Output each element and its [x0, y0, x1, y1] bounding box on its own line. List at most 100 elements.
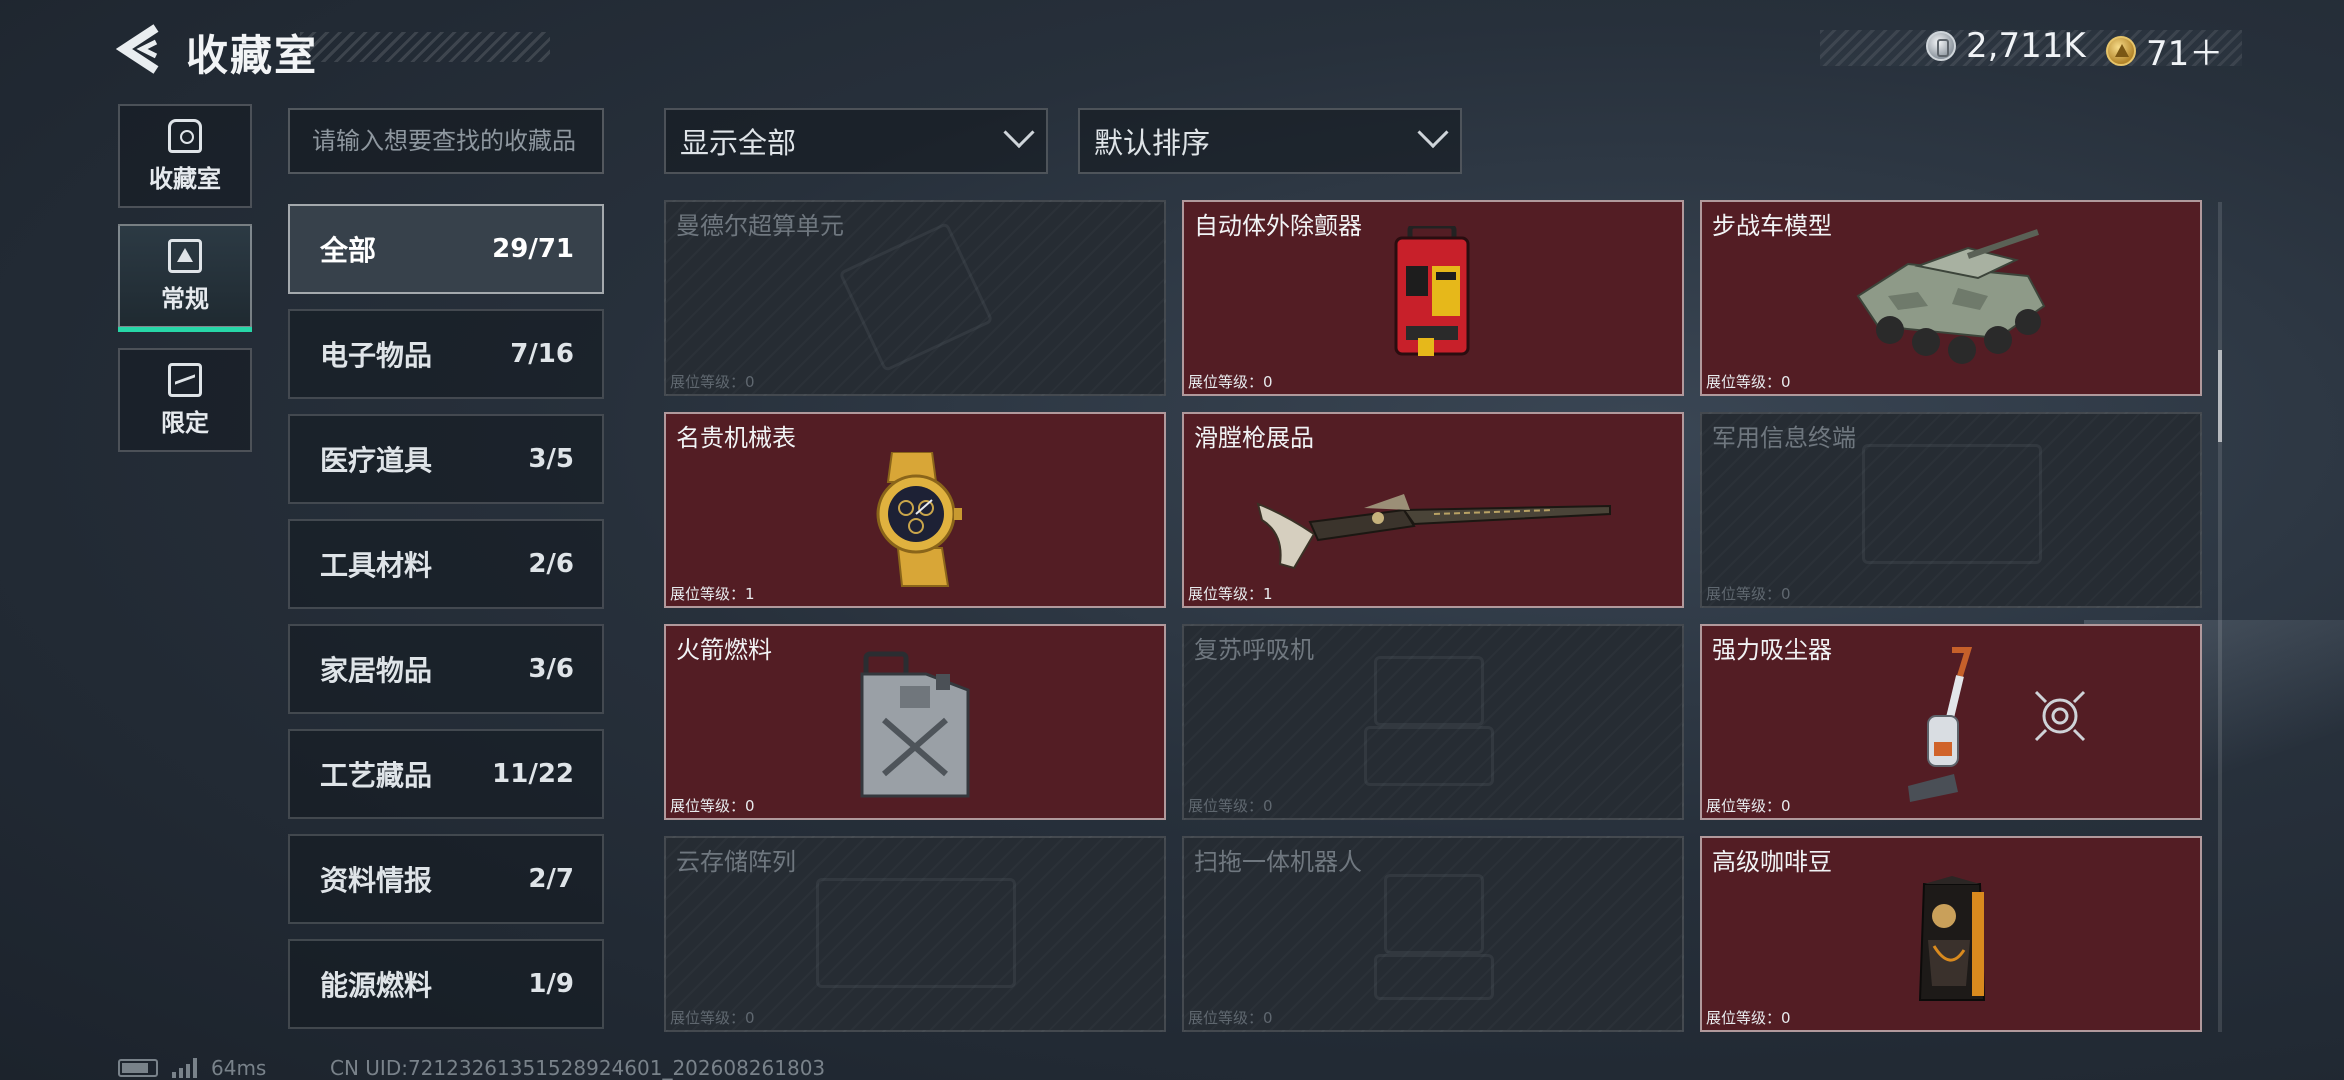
luxury-watch-image	[876, 452, 962, 587]
item-name: 军用信息终端	[1712, 424, 1856, 452]
gold-coin-icon	[2106, 35, 2136, 66]
military-terminal-silhouette	[1862, 444, 2042, 564]
nav-tab-collection-room[interactable]: 收藏室	[118, 104, 252, 208]
item-grid: 曼德尔超算单元 展位等级：0 自动体外除颤器 展位等级：0 步战车模型 展位等级…	[664, 200, 2204, 1034]
item-name: 曼德尔超算单元	[676, 212, 844, 240]
vacuum-cleaner-image	[1908, 647, 1973, 802]
item-level: 展位等级：0	[1706, 585, 1791, 603]
sort-dropdown[interactable]: 默认排序	[1078, 108, 1462, 174]
category-label: 家居物品	[320, 654, 433, 687]
item-level: 展位等级：0	[1188, 1009, 1273, 1027]
category-label: 医疗道具	[320, 444, 433, 477]
cloud-storage-silhouette	[816, 878, 1016, 988]
ifv-model-image	[1856, 229, 2046, 364]
category-fuel[interactable]: 能源燃料 1/9	[288, 939, 604, 1029]
display-filter-value: 显示全部	[680, 126, 797, 160]
item-name: 高级咖啡豆	[1712, 848, 1832, 876]
grid-scrollbar[interactable]	[2218, 202, 2222, 1032]
category-intel[interactable]: 资料情报 2/7	[288, 834, 604, 924]
item-name: 火箭燃料	[676, 636, 772, 664]
search-input[interactable]	[288, 108, 604, 174]
status-bar: 64ms	[118, 1056, 266, 1080]
item-name: 强力吸尘器	[1712, 636, 1832, 664]
item-card-ventilator[interactable]: 复苏呼吸机 展位等级：0	[1182, 624, 1684, 820]
coffee-beans-image	[1918, 876, 1986, 1001]
item-name: 名贵机械表	[676, 424, 796, 452]
battery-icon	[118, 1059, 158, 1077]
ping-value: 64ms	[211, 1056, 267, 1080]
item-card-musket[interactable]: 滑膛枪展品 展位等级：1	[1182, 412, 1684, 608]
mop-robot-silhouette-top	[1384, 874, 1484, 954]
category-label: 能源燃料	[320, 969, 433, 1002]
item-card-mandel-unit[interactable]: 曼德尔超算单元 展位等级：0	[664, 200, 1166, 396]
musket-image	[1256, 494, 1611, 570]
category-count: 3/6	[528, 654, 574, 684]
category-crafts[interactable]: 工艺藏品 11/22	[288, 729, 604, 819]
item-name: 自动体外除颤器	[1194, 212, 1362, 240]
chevron-down-icon	[1417, 116, 1449, 149]
category-label: 工艺藏品	[320, 759, 433, 792]
item-card-cloud-storage[interactable]: 云存储阵列 展位等级：0	[664, 836, 1166, 1032]
item-level: 展位等级：1	[670, 585, 755, 603]
page-title: 收藏室	[186, 31, 319, 80]
ventilator-silhouette-base	[1364, 726, 1494, 786]
title-decoration	[300, 32, 550, 62]
back-button[interactable]	[115, 24, 162, 74]
silver-amount: 2,711K	[1966, 26, 2086, 66]
category-medical[interactable]: 医疗道具 3/5	[288, 414, 604, 504]
item-name: 步战车模型	[1712, 212, 1832, 240]
silver-currency[interactable]: 2,711K	[1926, 26, 2086, 66]
signal-icon	[172, 1058, 197, 1078]
category-label: 资料情报	[320, 864, 433, 897]
nav-tab-normal[interactable]: 常规	[118, 224, 252, 332]
sort-value: 默认排序	[1094, 126, 1211, 160]
category-count: 2/7	[528, 864, 574, 894]
gold-amount: 71＋	[2146, 34, 2224, 74]
gold-currency[interactable]: 71＋	[2106, 26, 2223, 75]
nav-tab-limited[interactable]: 限定	[118, 348, 252, 452]
item-name: 滑膛枪展品	[1194, 424, 1314, 452]
item-card-ifv-model[interactable]: 步战车模型 展位等级：0	[1700, 200, 2202, 396]
category-count: 2/6	[528, 549, 574, 579]
item-level: 展位等级：0	[1706, 797, 1791, 815]
category-label: 电子物品	[320, 339, 433, 372]
item-card-luxury-watch[interactable]: 名贵机械表 展位等级：1	[664, 412, 1166, 608]
item-level: 展位等级：0	[1706, 373, 1791, 391]
header: 收藏室 2,711K 71＋	[0, 0, 2344, 100]
user-uid: CN UID:72123261351528924601_202608261803	[330, 1056, 826, 1080]
silver-coin-icon	[1926, 31, 1956, 61]
display-filter-dropdown[interactable]: 显示全部	[664, 108, 1048, 174]
item-level: 展位等级：0	[1706, 1009, 1791, 1027]
category-tools[interactable]: 工具材料 2/6	[288, 519, 604, 609]
nav-tab-label: 收藏室	[149, 164, 221, 193]
category-electronics[interactable]: 电子物品 7/16	[288, 309, 604, 399]
item-card-coffee-beans[interactable]: 高级咖啡豆 展位等级：0	[1700, 836, 2202, 1032]
item-level: 展位等级：0	[670, 1009, 755, 1027]
scrollbar-thumb[interactable]	[2218, 350, 2222, 442]
item-name: 复苏呼吸机	[1194, 636, 1314, 664]
item-level: 展位等级：0	[670, 373, 755, 391]
limited-icon	[168, 362, 202, 397]
item-card-mop-robot[interactable]: 扫拖一体机器人 展位等级：0	[1182, 836, 1684, 1032]
category-label: 工具材料	[320, 549, 433, 582]
item-level: 展位等级：0	[1188, 373, 1273, 391]
item-name: 云存储阵列	[676, 848, 796, 876]
normal-icon	[168, 238, 202, 273]
category-count: 1/9	[528, 969, 574, 999]
mandel-unit-silhouette	[838, 221, 994, 373]
collection-room-icon	[168, 118, 202, 153]
item-card-military-terminal[interactable]: 军用信息终端 展位等级：0	[1700, 412, 2202, 608]
category-household[interactable]: 家居物品 3/6	[288, 624, 604, 714]
item-card-vacuum-cleaner[interactable]: 强力吸尘器 展位等级：0	[1700, 624, 2202, 820]
item-card-rocket-fuel[interactable]: 火箭燃料 展位等级：0	[664, 624, 1166, 820]
item-name: 扫拖一体机器人	[1194, 848, 1362, 876]
defibrillator-image	[1394, 226, 1470, 356]
category-count: 3/5	[528, 444, 574, 474]
category-all[interactable]: 全部 29/71	[288, 204, 604, 294]
item-level: 展位等级：0	[670, 797, 755, 815]
chevron-down-icon	[1003, 116, 1035, 149]
nav-tab-label: 常规	[161, 284, 209, 313]
category-label: 全部	[320, 234, 377, 267]
category-count: 11/22	[492, 759, 574, 789]
item-card-defibrillator[interactable]: 自动体外除颤器 展位等级：0	[1182, 200, 1684, 396]
